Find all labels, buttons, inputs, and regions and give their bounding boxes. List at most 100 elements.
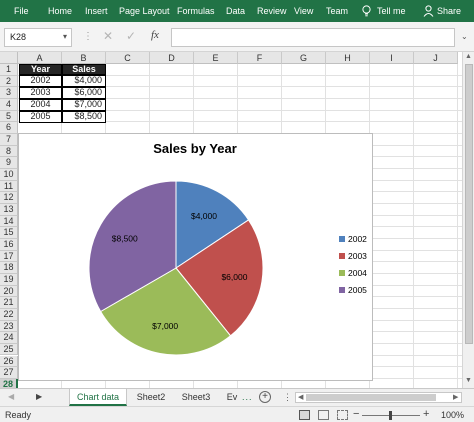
table-cell-year[interactable]: 2004 (19, 99, 62, 111)
row-header-19[interactable]: 19 (0, 273, 18, 286)
row-header-8[interactable]: 8 (0, 145, 18, 158)
cancel-icon[interactable]: ✕ (103, 29, 113, 43)
tab-view[interactable]: View (294, 6, 313, 16)
tab-formulas[interactable]: Formulas (177, 6, 215, 16)
tab-file[interactable]: File (14, 6, 29, 16)
add-sheet-icon[interactable]: + (259, 391, 271, 403)
tab-team[interactable]: Team (326, 6, 348, 16)
column-header-b[interactable]: B (62, 52, 106, 64)
vertical-scroll-thumb[interactable] (465, 64, 473, 344)
table-cell-sales[interactable]: $4,000 (62, 75, 106, 87)
row-header-6[interactable]: 6 (0, 122, 18, 134)
more-sheets-icon[interactable]: ... (242, 392, 253, 402)
tab-home[interactable]: Home (48, 6, 72, 16)
horizontal-scroll-thumb[interactable] (306, 394, 436, 401)
formula-input[interactable] (171, 28, 455, 47)
zoom-level[interactable]: 100% (441, 410, 464, 420)
share-button[interactable]: Share (437, 6, 461, 16)
row-header-4[interactable]: 4 (0, 98, 18, 111)
expand-formula-bar-icon[interactable]: ⌄ (461, 32, 468, 41)
page-layout-view-icon[interactable] (318, 410, 329, 420)
row-header-15[interactable]: 15 (0, 227, 18, 239)
column-header-f[interactable]: F (238, 52, 282, 64)
row-header-1[interactable]: 1 (0, 64, 18, 76)
table-header-sales[interactable]: Sales (62, 64, 106, 75)
column-header-d[interactable]: D (150, 52, 194, 64)
legend-label-2005[interactable]: 2005 (348, 285, 367, 295)
table-cell-sales[interactable]: $7,000 (62, 99, 106, 111)
chart-title[interactable]: Sales by Year (153, 141, 237, 156)
table-cell-sales[interactable]: $6,000 (62, 87, 106, 99)
table-header-year[interactable]: Year (19, 64, 62, 75)
row-header-14[interactable]: 14 (0, 215, 18, 228)
column-header-a[interactable]: A (18, 52, 62, 64)
column-header-i[interactable]: I (370, 52, 414, 64)
column-header-h[interactable]: H (326, 52, 370, 64)
row-header-24[interactable]: 24 (0, 332, 18, 344)
row-header-26[interactable]: 26 (0, 355, 18, 368)
sheet-tab-sheet3[interactable]: Sheet3 (174, 389, 218, 406)
row-header-25[interactable]: 25 (0, 343, 18, 356)
row-header-3[interactable]: 3 (0, 87, 18, 99)
column-header-g[interactable]: G (282, 52, 326, 64)
row-header-10[interactable]: 10 (0, 168, 18, 181)
sheet-tab-ev[interactable]: Ev (224, 389, 240, 406)
row-header-22[interactable]: 22 (0, 308, 18, 321)
vertical-scrollbar[interactable]: ▲ ▼ (462, 52, 474, 388)
enter-icon[interactable]: ✓ (126, 29, 136, 43)
row-header-13[interactable]: 13 (0, 203, 18, 216)
legend-label-2004[interactable]: 2004 (348, 268, 367, 278)
tab-insert[interactable]: Insert (85, 6, 108, 16)
tab-split-handle-icon[interactable]: ⋮ (283, 392, 292, 403)
tab-page-layout[interactable]: Page Layout (119, 6, 170, 16)
legend-label-2003[interactable]: 2003 (348, 251, 367, 261)
row-header-20[interactable]: 20 (0, 285, 18, 298)
row-header-27[interactable]: 27 (0, 367, 18, 379)
scroll-down-icon[interactable]: ▼ (465, 377, 472, 384)
column-header-j[interactable]: J (414, 52, 458, 64)
column-header-c[interactable]: C (106, 52, 150, 64)
row-header-7[interactable]: 7 (0, 133, 18, 146)
name-box[interactable]: K28 ▾ (4, 28, 72, 47)
sheet-tab-chart-data[interactable]: Chart data (69, 389, 127, 406)
row-header-17[interactable]: 17 (0, 250, 18, 263)
chevron-down-icon[interactable]: ▾ (63, 32, 67, 41)
table-cell-year[interactable]: 2003 (19, 87, 62, 99)
legend-label-2002[interactable]: 2002 (348, 234, 367, 244)
insert-function-icon[interactable]: fx (151, 29, 159, 41)
table-cell-year[interactable]: 2002 (19, 75, 62, 87)
sheet-tab-sheet2[interactable]: Sheet2 (129, 389, 173, 406)
table-cell-sales[interactable]: $8,500 (62, 111, 106, 123)
zoom-slider-thumb[interactable] (389, 411, 392, 420)
tab-review[interactable]: Review (257, 6, 287, 16)
previous-sheet-icon[interactable]: ◀ (8, 392, 14, 401)
next-sheet-icon[interactable]: ▶ (36, 392, 42, 401)
row-header-18[interactable]: 18 (0, 262, 18, 274)
drag-handle-icon[interactable]: ⋮ (83, 31, 93, 42)
zoom-in-icon[interactable]: + (423, 408, 429, 420)
page-break-view-icon[interactable] (337, 410, 348, 420)
row-header-16[interactable]: 16 (0, 238, 18, 251)
row-header-2[interactable]: 2 (0, 75, 18, 88)
table-cell-year[interactable]: 2005 (19, 111, 62, 123)
select-all-corner[interactable] (0, 52, 18, 64)
row-header-11[interactable]: 11 (0, 180, 18, 193)
normal-view-icon[interactable] (299, 410, 310, 420)
row-header-21[interactable]: 21 (0, 297, 18, 309)
row-header-23[interactable]: 23 (0, 320, 18, 333)
row-header-12[interactable]: 12 (0, 192, 18, 204)
column-header-e[interactable]: E (194, 52, 238, 64)
chart-legend[interactable]: 2002 2003 2004 2005 (339, 234, 367, 295)
tell-me-search[interactable]: Tell me (377, 6, 406, 16)
tab-data[interactable]: Data (226, 6, 245, 16)
horizontal-scrollbar[interactable]: ◀ ▶ (295, 392, 462, 403)
scroll-right-icon[interactable]: ▶ (453, 393, 458, 401)
scroll-up-icon[interactable]: ▲ (465, 53, 472, 60)
row-header-9[interactable]: 9 (0, 157, 18, 169)
scroll-left-icon[interactable]: ◀ (298, 393, 303, 401)
row-header-5[interactable]: 5 (0, 110, 18, 123)
row-header-28[interactable]: 28 (0, 378, 18, 388)
pie-chart[interactable]: Sales by Year $4,000 $6,000 $7,000 $8,500 2… (18, 133, 373, 381)
zoom-out-icon[interactable]: − (353, 408, 359, 420)
worksheet-grid[interactable]: ABCDEFGHIJ 1 2 3 4 5 6 7 8 9 10 11 12 13 14 15 16 17 18 19… (0, 52, 462, 388)
